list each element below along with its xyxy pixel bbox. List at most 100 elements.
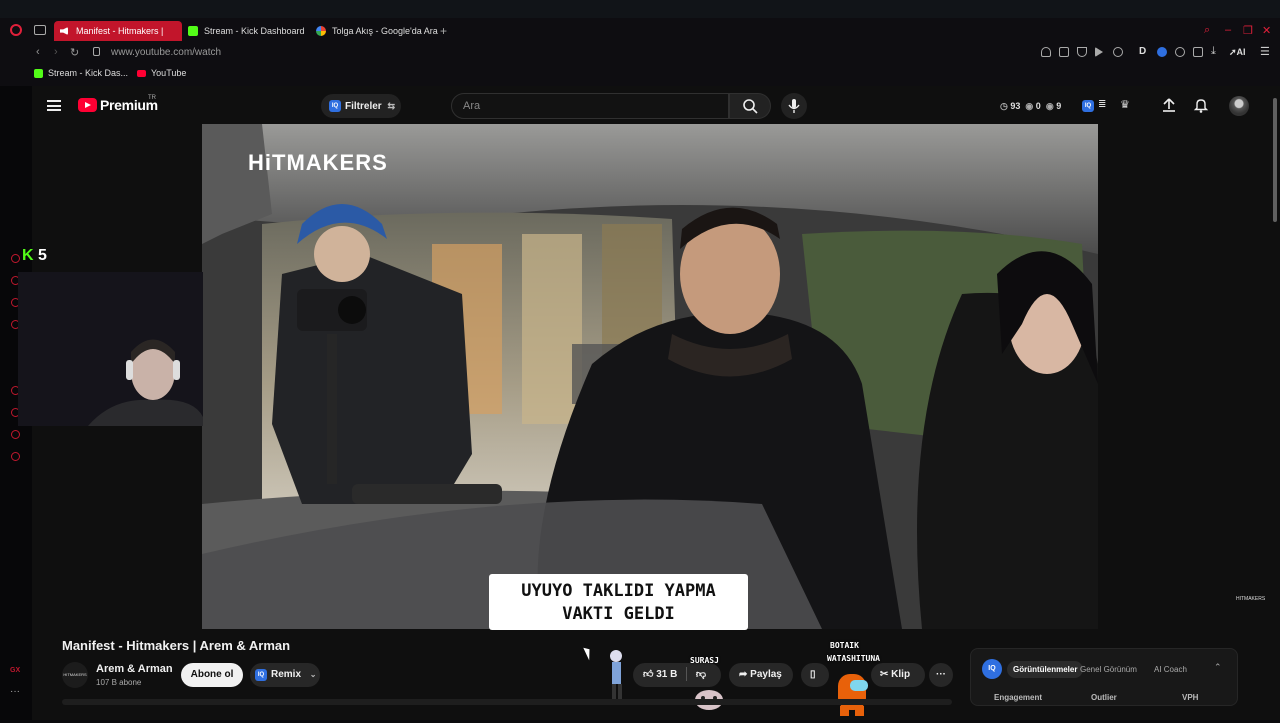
menu-icon[interactable] bbox=[47, 100, 61, 111]
iq-tab-overview[interactable]: Genel Görünüm bbox=[1080, 665, 1137, 674]
menu-icon[interactable]: ☰ bbox=[1260, 45, 1270, 58]
channel-name[interactable]: Arem & Arman bbox=[96, 663, 173, 675]
tab-label: Manifest - Hitmakers | bbox=[76, 26, 164, 36]
filters-label: Filtreler bbox=[345, 101, 382, 112]
region-code: TR bbox=[148, 95, 156, 101]
iq-icon: IQ bbox=[255, 669, 267, 681]
url-field[interactable]: www.youtube.com/watch bbox=[111, 47, 221, 58]
subscribe-button[interactable]: Abone ol bbox=[181, 663, 243, 687]
sidebar-gx-icon[interactable] bbox=[11, 430, 20, 439]
collapse-chevron-icon[interactable]: ⌃ bbox=[1214, 662, 1222, 673]
tab-kick-dashboard[interactable]: Stream - Kick Dashboard bbox=[182, 21, 310, 41]
list-icon[interactable]: ≣ bbox=[1098, 99, 1106, 110]
upload-icon[interactable] bbox=[1161, 97, 1177, 113]
more-actions-button[interactable]: ··· bbox=[929, 663, 953, 687]
sidebar-more-icon[interactable]: ··· bbox=[10, 686, 20, 697]
subscriber-count: 107 B abone bbox=[96, 678, 142, 687]
shield-icon[interactable] bbox=[1077, 47, 1087, 57]
kick-icon bbox=[188, 26, 198, 36]
heart-icon[interactable] bbox=[1113, 47, 1123, 57]
notifications-bell-icon[interactable] bbox=[1193, 97, 1209, 113]
like-dislike-group: 👍︎ 31 B 👎︎ bbox=[633, 663, 721, 687]
d-extension-icon[interactable]: D bbox=[1139, 46, 1146, 57]
overlay-viewer-name-2: BOTAIK bbox=[830, 641, 859, 650]
voice-search-button[interactable] bbox=[781, 93, 807, 119]
forward-button[interactable]: › bbox=[54, 46, 58, 58]
thumbs-up-icon: 👍︎ bbox=[643, 669, 654, 680]
back-button[interactable]: ‹ bbox=[36, 46, 40, 58]
page-scrollbar[interactable] bbox=[1270, 86, 1280, 720]
stat-c: 9 bbox=[1056, 101, 1062, 111]
viewer-count: 5 bbox=[38, 247, 47, 264]
account-avatar[interactable] bbox=[1229, 96, 1249, 116]
save-button[interactable]: ▯ bbox=[801, 663, 829, 687]
filters-button[interactable]: IQ Filtreler ⇆ bbox=[321, 94, 401, 118]
maximize-button[interactable]: ❐ bbox=[1243, 24, 1253, 37]
sprite-among-us-icon bbox=[830, 664, 876, 718]
subtitle-line-1: UYUYO TAKLIDI YAPMA bbox=[521, 581, 716, 601]
pin-icon[interactable] bbox=[1041, 47, 1051, 57]
vpn-icon[interactable] bbox=[1175, 47, 1185, 57]
extensions-icon[interactable] bbox=[1193, 47, 1203, 57]
video-player[interactable] bbox=[202, 124, 1098, 629]
like-count: 31 B bbox=[656, 669, 678, 680]
clip-button[interactable]: ✂ Klip bbox=[871, 663, 925, 687]
kick-icon bbox=[34, 69, 43, 78]
share-button[interactable]: ➦ Paylaş bbox=[729, 663, 793, 687]
remix-label: Remix bbox=[271, 669, 302, 680]
trophy-icon[interactable]: ♛ bbox=[1120, 98, 1130, 111]
opera-logo-icon[interactable] bbox=[10, 24, 22, 36]
scrollbar-thumb[interactable] bbox=[1273, 98, 1277, 222]
new-tab-button[interactable]: + bbox=[440, 24, 447, 38]
kick-icon: K bbox=[22, 247, 34, 264]
aria-ai-button[interactable]: ➚AI bbox=[1229, 47, 1246, 58]
iq-column-engagement: Engagement bbox=[994, 693, 1043, 702]
more-icon: ··· bbox=[936, 669, 946, 680]
reload-button[interactable]: ↻ bbox=[70, 46, 79, 59]
stat-a: 93 bbox=[1010, 101, 1021, 111]
video-title: Manifest - Hitmakers | Arem & Arman bbox=[62, 638, 291, 653]
channel-avatar[interactable]: HITMAKERS bbox=[62, 662, 88, 688]
share-icon: ➦ bbox=[739, 669, 748, 680]
bookmark-youtube[interactable]: YouTube bbox=[137, 68, 186, 78]
iq-icon[interactable]: IQ bbox=[1082, 100, 1094, 112]
iq-extension-icon[interactable] bbox=[1157, 47, 1167, 57]
thumbs-down-icon: 👎︎ bbox=[695, 669, 707, 680]
video-frame-car-scene bbox=[202, 124, 1098, 629]
description-box-edge[interactable] bbox=[62, 699, 952, 705]
remix-button[interactable]: IQ Remix ⌄ bbox=[250, 663, 320, 687]
sidebar-gx-label[interactable]: GX bbox=[10, 667, 20, 674]
play-icon[interactable] bbox=[1095, 47, 1103, 57]
ai-label: AI bbox=[1236, 47, 1246, 57]
like-button[interactable]: 👍︎ 31 B bbox=[643, 669, 677, 680]
sidebar-messenger-icon[interactable] bbox=[11, 254, 20, 263]
search-tabs-icon[interactable]: ⌕ bbox=[1204, 24, 1210, 37]
iq-tab-ai-coach[interactable]: AI Coach bbox=[1154, 665, 1187, 674]
speaker-icon bbox=[60, 27, 68, 35]
bookmark-kick[interactable]: Stream - Kick Das... bbox=[34, 68, 128, 78]
tab-google-search[interactable]: Tolga Akış - Google'da Ara bbox=[310, 21, 438, 41]
bookmark-label: YouTube bbox=[151, 68, 187, 78]
tab-label: Stream - Kick Dashboard bbox=[204, 26, 305, 36]
snapshot-icon[interactable] bbox=[1059, 47, 1069, 57]
hitmakers-watermark: HiTMAKERS bbox=[248, 150, 388, 175]
search-input[interactable]: Ara bbox=[451, 93, 729, 119]
close-button[interactable]: ✕ bbox=[1262, 24, 1271, 37]
tab-manifest-hitmakers[interactable]: Manifest - Hitmakers | bbox=[54, 21, 182, 41]
minimize-button[interactable]: – bbox=[1225, 24, 1231, 36]
tab-island-icon[interactable] bbox=[34, 25, 46, 35]
clip-label: Klip bbox=[891, 669, 911, 680]
download-icon[interactable]: ⤓ bbox=[1211, 45, 1216, 58]
divider bbox=[686, 667, 688, 682]
sprite-character-icon bbox=[604, 646, 630, 706]
dislike-button[interactable]: 👎︎ bbox=[696, 669, 706, 680]
iq-tab-views[interactable]: Görüntülenmeler bbox=[1007, 661, 1084, 678]
chevron-down-icon: ⌄ bbox=[309, 670, 317, 679]
settings-icon[interactable] bbox=[11, 452, 20, 461]
lock-icon bbox=[93, 47, 100, 56]
video-subtitle: UYUYO TAKLIDI YAPMA VAKTI GELDI bbox=[489, 574, 748, 630]
iq-column-outlier: Outlier bbox=[1091, 693, 1117, 702]
youtube-logo-icon[interactable] bbox=[78, 98, 97, 112]
search-button[interactable] bbox=[729, 93, 771, 119]
hitmakers-corner-watermark: HITMAKERS bbox=[1236, 596, 1266, 602]
